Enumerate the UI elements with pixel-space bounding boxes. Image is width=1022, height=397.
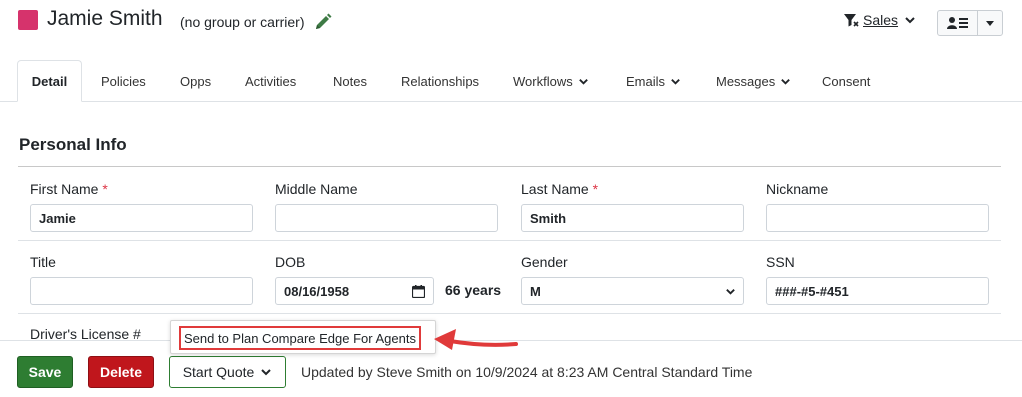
tab-notes[interactable]: Notes [333,60,367,102]
dob-label: DOB [275,254,306,270]
calendar-icon[interactable] [412,285,425,298]
section-divider [18,166,1001,167]
start-quote-label: Start Quote [182,364,255,380]
start-quote-menu: Send to Plan Compare Edge For Agents [170,320,436,354]
chevron-down-icon [905,17,915,24]
first-name-label: First Name * [30,181,108,197]
middle-name-input[interactable] [275,204,498,232]
annotation-arrow-icon [434,329,518,350]
chevron-down-icon [726,289,735,295]
tab-workflows[interactable]: Workflows [513,60,589,102]
row-divider [18,313,1001,314]
chevron-down-icon [578,78,588,85]
last-updated-text: Updated by Steve Smith on 10/9/2024 at 8… [301,364,753,380]
tab-label: Notes [333,73,367,89]
tab-messages[interactable]: Messages [716,60,791,102]
input-value: Smith [530,210,567,226]
nickname-label: Nickname [766,181,829,197]
last-name-input[interactable]: Smith [521,204,744,232]
nickname-input[interactable] [766,204,989,232]
tab-label: Workflows [513,73,573,89]
send-to-plan-compare-menu-item[interactable]: Send to Plan Compare Edge For Agents [179,326,421,350]
pencil-icon[interactable] [313,12,333,32]
chevron-down-icon [261,369,272,376]
tab-activities[interactable]: Activities [245,60,296,102]
pipeline-filter-label: Sales [863,12,899,28]
contact-card-button[interactable] [938,11,978,35]
input-value: ###-#5-#451 [775,283,849,299]
contact-list-icon [946,17,968,29]
tab-label: Detail [31,73,68,89]
gender-label: Gender [521,254,568,270]
chevron-down-icon [671,78,680,85]
contact-header: Jamie Smith (no group or carrier) Sales [0,0,1022,44]
tab-label: Activities [245,73,297,89]
tab-label: Consent [822,73,871,89]
contact-color-swatch [18,10,38,30]
tab-emails[interactable]: Emails [626,60,681,102]
pipeline-filter-dropdown[interactable]: Sales [843,12,916,28]
view-menu-caret[interactable] [978,11,1002,35]
contact-tabs: Detail Policies Opps Activities Notes Re… [0,60,1022,102]
tab-consent[interactable]: Consent [822,60,870,102]
label-text: Last Name [521,181,589,197]
title-input[interactable] [30,277,253,305]
contact-view-menu[interactable] [937,10,1003,36]
section-title: Personal Info [19,135,127,154]
required-marker: * [592,181,599,197]
filter-icon [844,14,859,27]
label-text: First Name [30,181,99,197]
title-label: Title [30,254,56,270]
tab-label: Messages [716,73,776,89]
first-name-input[interactable]: Jamie [30,204,253,232]
input-value: M [530,283,541,299]
tab-label: Relationships [401,73,480,89]
tab-detail[interactable]: Detail [17,60,82,102]
middle-name-label: Middle Name [275,181,358,197]
tab-label: Emails [626,73,666,89]
save-button[interactable]: Save [17,356,73,388]
tab-label: Policies [101,73,146,89]
delete-button[interactable]: Delete [88,356,154,388]
required-marker: * [102,181,108,197]
input-value: 08/16/1958 [284,283,350,299]
chevron-down-icon [781,78,791,85]
contact-name: Jamie Smith [47,7,163,30]
tab-relationships[interactable]: Relationships [401,60,479,102]
caret-down-icon [986,20,994,26]
ssn-label: SSN [766,254,795,270]
dob-date-input[interactable]: 08/16/1958 [275,277,434,305]
age-readout: 66 years [445,282,502,298]
row-divider [18,240,1001,241]
tab-opps[interactable]: Opps [180,60,211,102]
group-carrier-text: (no group or carrier) [180,14,305,30]
last-name-label: Last Name * [521,181,598,197]
tab-label: Opps [180,73,212,89]
tab-policies[interactable]: Policies [101,60,146,102]
input-value: Jamie [39,210,76,226]
start-quote-button[interactable]: Start Quote [169,356,286,388]
ssn-input[interactable]: ###-#5-#451 [766,277,989,305]
gender-select[interactable]: M [521,277,744,305]
